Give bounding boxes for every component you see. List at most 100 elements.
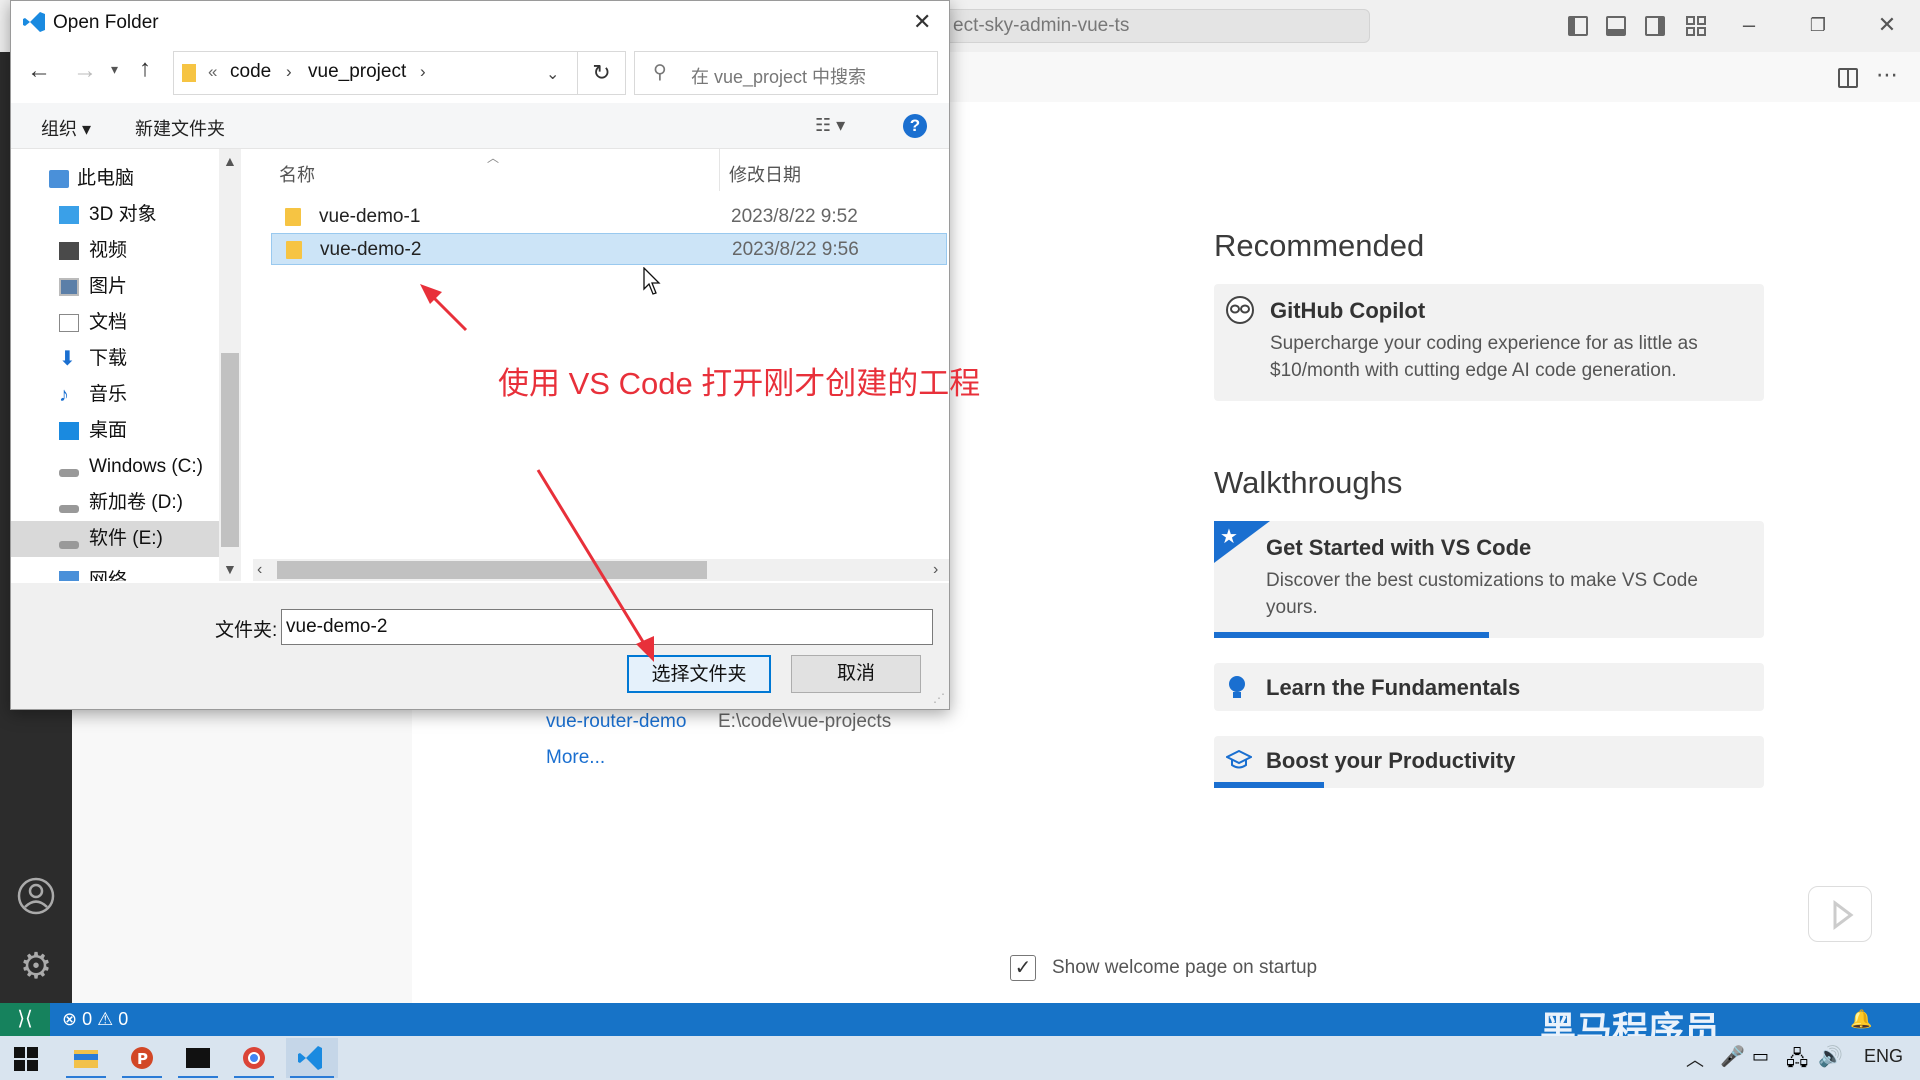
organize-menu[interactable]: 组织 ▾ bbox=[41, 115, 91, 141]
tree-item-desktop[interactable]: 桌面 bbox=[11, 413, 219, 449]
network-status-icon[interactable]: 🖧 bbox=[1786, 1044, 1808, 1078]
file-row[interactable]: vue-demo-1 2023/8/22 9:52 bbox=[271, 201, 947, 233]
breadcrumb-separator-icon: › bbox=[286, 62, 292, 81]
sort-ascending-icon: ︿ bbox=[487, 151, 500, 165]
minimize-button[interactable]: – bbox=[1734, 10, 1764, 40]
walkthrough-productivity[interactable]: Boost your Productivity bbox=[1214, 736, 1764, 788]
tree-item-videos[interactable]: 视频 bbox=[11, 233, 219, 269]
close-window-button[interactable]: ✕ bbox=[1872, 10, 1902, 40]
microphone-icon[interactable]: 🎤 bbox=[1720, 1044, 1745, 1069]
dialog-search-box[interactable]: ⚲ 在 vue_project 中搜索 bbox=[634, 51, 938, 95]
accounts-icon[interactable] bbox=[16, 876, 56, 916]
chrome-taskbar-icon[interactable] bbox=[228, 1038, 280, 1078]
tree-item-drive-e[interactable]: 软件 (E:) bbox=[11, 521, 219, 557]
walkthrough-get-started[interactable]: ★ Get Started with VS Code Discover the … bbox=[1214, 521, 1764, 638]
recent-project-link[interactable]: vue-router-demo bbox=[546, 711, 686, 733]
dialog-titlebar: Open Folder ✕ bbox=[11, 1, 949, 45]
tree-item-network[interactable]: 网络 bbox=[11, 557, 219, 581]
command-center[interactable]: ect-sky-admin-vue-ts bbox=[940, 9, 1370, 43]
tree-item-music[interactable]: ♪ 音乐 bbox=[11, 377, 219, 413]
powerpoint-taskbar-icon[interactable]: P bbox=[116, 1038, 168, 1078]
tree-item-drive-c[interactable]: Windows (C:) bbox=[11, 449, 219, 485]
scroll-down-icon[interactable]: ▼ bbox=[223, 561, 237, 577]
walkthrough-title: Get Started with VS Code bbox=[1266, 535, 1532, 560]
settings-gear-icon[interactable]: ⚙ bbox=[16, 946, 56, 986]
startup-checkbox-label: Show welcome page on startup bbox=[1052, 957, 1318, 978]
scroll-left-icon[interactable]: ‹ bbox=[257, 561, 262, 579]
tree-item-this-pc[interactable]: 此电脑 bbox=[11, 161, 219, 197]
copilot-card[interactable]: GitHub Copilot Supercharge your coding e… bbox=[1214, 284, 1764, 401]
cancel-button[interactable]: 取消 bbox=[791, 655, 921, 693]
scrollbar-thumb[interactable] bbox=[277, 561, 707, 579]
walkthrough-title: Boost your Productivity bbox=[1266, 748, 1516, 773]
tree-item-label: 桌面 bbox=[89, 420, 128, 441]
more-recent-link[interactable]: More... bbox=[546, 747, 605, 769]
tree-item-label: 新加卷 (D:) bbox=[89, 492, 183, 513]
show-hidden-icons-icon[interactable]: ︿ bbox=[1686, 1046, 1704, 1072]
tree-item-3d-objects[interactable]: 3D 对象 bbox=[11, 197, 219, 233]
dialog-toolbar: 组织 ▾ 新建文件夹 ☷ ▾ ? bbox=[11, 103, 949, 149]
tree-scrollbar[interactable]: ▲ ▼ bbox=[219, 149, 241, 581]
tree-item-pictures[interactable]: 图片 bbox=[11, 269, 219, 305]
back-arrow-icon[interactable]: ← bbox=[27, 57, 51, 85]
status-bar: ⟩⟨ ⊗ 0 ⚠ 0 黑马程序员 🔔 bbox=[0, 1003, 1920, 1050]
walkthrough-fundamentals[interactable]: Learn the Fundamentals bbox=[1214, 663, 1764, 711]
dialog-footer: 文件夹: vue-demo-2 选择文件夹 取消 ⋰ bbox=[11, 583, 949, 709]
help-icon[interactable]: ? bbox=[903, 114, 927, 138]
startup-checkbox[interactable]: ✓ bbox=[1010, 955, 1036, 981]
music-icon: ♪ bbox=[59, 384, 69, 406]
up-arrow-icon[interactable]: ↑ bbox=[139, 55, 151, 83]
recent-locations-chevron-icon[interactable]: ▾ bbox=[111, 61, 118, 78]
documents-icon bbox=[59, 314, 79, 332]
forward-arrow-icon[interactable]: → bbox=[73, 57, 97, 85]
notifications-bell-icon[interactable]: 🔔 bbox=[1850, 1009, 1872, 1030]
view-options-icon[interactable]: ☷ ▾ bbox=[815, 115, 845, 136]
file-explorer-taskbar-icon[interactable] bbox=[60, 1038, 112, 1078]
address-bar[interactable]: « code › vue_project › ⌄ bbox=[173, 51, 578, 95]
folder-field-label: 文件夹: bbox=[215, 620, 278, 641]
breadcrumb-vue-project[interactable]: vue_project bbox=[308, 61, 406, 83]
scroll-up-icon[interactable]: ▲ bbox=[223, 153, 237, 169]
terminal-taskbar-icon[interactable] bbox=[172, 1038, 224, 1078]
restore-button[interactable]: ❐ bbox=[1803, 10, 1833, 40]
recent-project-path: E:\code\vue-projects bbox=[718, 711, 892, 732]
scroll-right-icon[interactable]: › bbox=[933, 561, 938, 579]
tree-item-downloads[interactable]: ⬇ 下载 bbox=[11, 341, 219, 377]
more-actions-icon[interactable]: ⋯ bbox=[1876, 62, 1898, 88]
toggle-panel-icon[interactable] bbox=[1606, 16, 1626, 36]
folder-name-input[interactable]: vue-demo-2 bbox=[281, 609, 933, 645]
dialog-close-button[interactable]: ✕ bbox=[913, 9, 931, 35]
play-icon[interactable] bbox=[1808, 886, 1872, 942]
volume-icon[interactable]: 🔊 bbox=[1818, 1044, 1843, 1069]
vscode-taskbar-icon[interactable] bbox=[286, 1038, 338, 1078]
column-header-name[interactable]: 名称 bbox=[279, 161, 315, 187]
remote-indicator-icon[interactable]: ⟩⟨ bbox=[0, 1003, 50, 1036]
customize-layout-icon[interactable] bbox=[1686, 16, 1706, 36]
copilot-icon bbox=[1226, 296, 1254, 324]
scrollbar-thumb[interactable] bbox=[221, 353, 239, 547]
refresh-icon[interactable]: ↻ bbox=[578, 51, 626, 95]
search-icon: ⚲ bbox=[653, 62, 667, 83]
breadcrumb-overflow[interactable]: « bbox=[208, 62, 217, 82]
windows-start-icon[interactable] bbox=[14, 1047, 38, 1076]
breadcrumb-code[interactable]: code bbox=[230, 61, 271, 83]
tree-item-documents[interactable]: 文档 bbox=[11, 305, 219, 341]
select-folder-button[interactable]: 选择文件夹 bbox=[627, 655, 771, 693]
input-language[interactable]: ENG bbox=[1864, 1046, 1903, 1067]
walkthroughs-heading: Walkthroughs bbox=[1214, 465, 1403, 500]
column-header-date[interactable]: 修改日期 bbox=[729, 161, 801, 187]
split-editor-icon[interactable] bbox=[1838, 68, 1858, 88]
battery-icon[interactable]: ▭ bbox=[1752, 1046, 1769, 1067]
file-date: 2023/8/22 9:56 bbox=[732, 239, 859, 260]
file-row-selected[interactable]: vue-demo-2 2023/8/22 9:56 bbox=[271, 233, 947, 265]
star-badge-icon: ★ bbox=[1214, 521, 1270, 568]
toggle-secondary-sidebar-icon[interactable] bbox=[1645, 16, 1665, 36]
problems-indicator[interactable]: ⊗ 0 ⚠ 0 bbox=[62, 1009, 128, 1030]
column-divider[interactable] bbox=[719, 149, 720, 191]
resize-grip-icon[interactable]: ⋰ bbox=[933, 691, 945, 705]
new-folder-button[interactable]: 新建文件夹 bbox=[135, 115, 225, 141]
tree-item-drive-d[interactable]: 新加卷 (D:) bbox=[11, 485, 219, 521]
address-dropdown-chevron-icon[interactable]: ⌄ bbox=[546, 64, 559, 84]
toggle-primary-sidebar-icon[interactable] bbox=[1568, 16, 1588, 36]
horizontal-scrollbar[interactable]: ‹ › bbox=[253, 559, 949, 581]
